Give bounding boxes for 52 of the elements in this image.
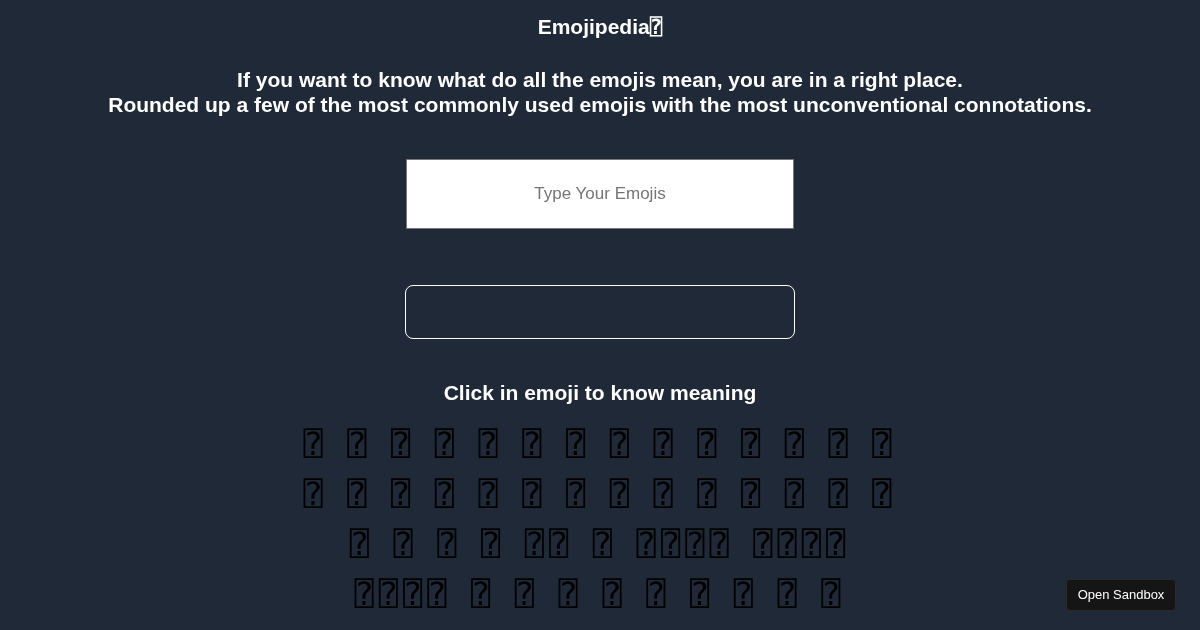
- page-title: Emojipedia⍰: [537, 15, 663, 39]
- emoji-option[interactable]: ⍰: [653, 419, 678, 469]
- emoji-option[interactable]: ⍰: [434, 419, 459, 469]
- emoji-option[interactable]: ⍰: [566, 469, 591, 519]
- emoji-option[interactable]: ⍰: [393, 519, 418, 569]
- emoji-option[interactable]: ⍰: [514, 569, 540, 619]
- emoji-option[interactable]: ⍰: [697, 419, 722, 469]
- emoji-option[interactable]: ⍰: [602, 569, 627, 619]
- emoji-option[interactable]: ⍰: [741, 469, 766, 519]
- emoji-option[interactable]: ⍰: [697, 469, 722, 519]
- emoji-option[interactable]: ⍰⍰⍰⍰: [753, 519, 851, 569]
- emoji-option[interactable]: ⍰: [437, 519, 462, 569]
- emoji-option[interactable]: ⍰: [646, 569, 671, 619]
- emoji-option[interactable]: ⍰⍰: [524, 519, 574, 569]
- emoji-option[interactable]: ⍰: [653, 469, 678, 519]
- emoji-option[interactable]: ⍰: [609, 469, 634, 519]
- emoji-option[interactable]: ⍰: [558, 569, 583, 619]
- emoji-option[interactable]: ⍰: [522, 419, 547, 469]
- emoji-option[interactable]: ⍰: [609, 419, 634, 469]
- emoji-option[interactable]: ⍰: [592, 519, 618, 569]
- emoji-option[interactable]: ⍰: [478, 419, 503, 469]
- emoji-option[interactable]: ⍰: [347, 419, 372, 469]
- emoji-option[interactable]: ⍰: [471, 569, 496, 619]
- open-sandbox-button[interactable]: Open Sandbox: [1066, 579, 1176, 611]
- intro-text: If you want to know what do all the emojis mean, you are in a right place.: [237, 67, 963, 92]
- emoji-input[interactable]: Type Your Emojis: [406, 159, 794, 229]
- intro-text: Rounded up a few of the most commonly used emojis with the most unconventional connotations.: [108, 92, 1092, 117]
- emoji-option[interactable]: ⍰: [777, 569, 802, 619]
- emoji-option[interactable]: ⍰: [303, 419, 328, 469]
- emoji-option[interactable]: ⍰: [872, 419, 897, 469]
- emoji-option[interactable]: ⍰: [821, 569, 846, 619]
- emoji-option[interactable]: ⍰⍰⍰⍰: [636, 519, 734, 569]
- emoji-option[interactable]: ⍰: [390, 469, 416, 519]
- emoji-option[interactable]: ⍰: [347, 469, 372, 519]
- emoji-option[interactable]: ⍰: [872, 469, 897, 519]
- emoji-option[interactable]: ⍰: [741, 419, 766, 469]
- emoji-option[interactable]: ⍰: [481, 519, 506, 569]
- emoji-option[interactable]: ⍰: [784, 419, 810, 469]
- emoji-option[interactable]: ⍰: [689, 569, 715, 619]
- emoji-option[interactable]: ⍰: [733, 569, 758, 619]
- emoji-option[interactable]: ⍰: [478, 469, 503, 519]
- emoji-option[interactable]: ⍰: [349, 519, 374, 569]
- emoji-option[interactable]: ⍰: [303, 469, 328, 519]
- emoji-option[interactable]: ⍰: [434, 469, 459, 519]
- emoji-option[interactable]: ⍰⍰⍰⍰: [354, 569, 452, 619]
- emoji-option[interactable]: ⍰: [566, 419, 591, 469]
- emoji-option[interactable]: ⍰: [828, 419, 853, 469]
- emoji-option[interactable]: ⍰: [828, 469, 853, 519]
- emoji-option[interactable]: ⍰: [784, 469, 810, 519]
- emoji-option[interactable]: ⍰: [522, 469, 547, 519]
- emoji-heading: Click in emoji to know meaning: [443, 381, 757, 405]
- emoji-option[interactable]: ⍰: [390, 419, 416, 469]
